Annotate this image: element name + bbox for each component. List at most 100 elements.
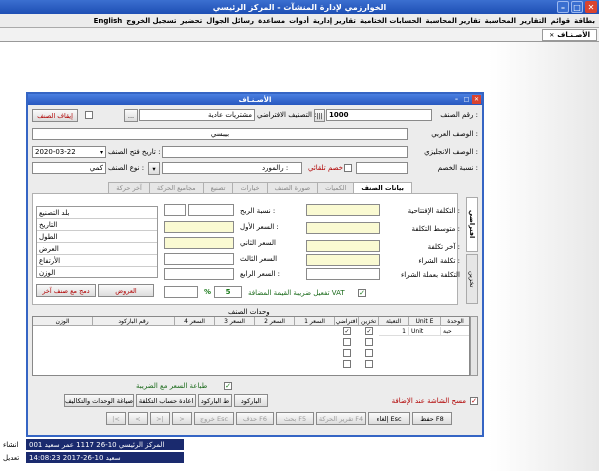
dialog-maximize-icon[interactable]: □ bbox=[462, 95, 471, 104]
default-category-browse-button[interactable]: ... bbox=[124, 109, 138, 122]
item-type-label: نوع الصنف : bbox=[108, 164, 145, 172]
search-button[interactable]: بحث F5 bbox=[276, 412, 314, 425]
minimize-icon[interactable]: – bbox=[557, 1, 569, 13]
exit-button[interactable]: خروج Esc bbox=[194, 412, 234, 425]
specs-row[interactable]: العرض bbox=[37, 243, 157, 255]
auto-discount-checkbox[interactable] bbox=[344, 164, 352, 172]
menu-item-card[interactable]: بطاقة bbox=[574, 17, 595, 25]
item-type-dropdown-button[interactable]: ▾ bbox=[148, 162, 160, 175]
units-cell-pack[interactable]: 1 bbox=[379, 327, 409, 336]
specs-row[interactable]: بلد التصنيع bbox=[37, 207, 157, 219]
menu-item-accounting-reports[interactable]: تقارير المحاسبة bbox=[426, 17, 481, 25]
units-default-checkbox[interactable] bbox=[365, 338, 373, 346]
nav-prev-button[interactable]: < bbox=[128, 412, 148, 425]
price3-input[interactable] bbox=[164, 253, 234, 265]
tab-movement-totals[interactable]: مجاميع الحركة bbox=[148, 182, 204, 193]
arabic-desc-input[interactable]: بيبسي bbox=[32, 128, 408, 140]
spec-height-label: الأرتفاع bbox=[39, 257, 61, 265]
specs-row[interactable]: الأرتفاع bbox=[37, 255, 157, 267]
dialog-close-icon[interactable]: ✕ bbox=[472, 95, 481, 104]
stop-item-button[interactable]: إيقاف الصنف bbox=[32, 109, 78, 122]
units-grid-scrollbar[interactable] bbox=[470, 316, 478, 376]
vat-checkbox[interactable]: ✓ bbox=[358, 289, 366, 297]
units-cell-unit[interactable]: حبة bbox=[441, 327, 469, 336]
cancel-button[interactable]: إلغاء Esc bbox=[368, 412, 410, 425]
close-icon[interactable]: ✕ bbox=[585, 1, 597, 13]
vat-value-input[interactable]: 5 bbox=[214, 286, 242, 298]
units-storage-checkbox[interactable] bbox=[343, 338, 351, 346]
menu-item-reports[interactable]: التقارير bbox=[520, 17, 547, 25]
discount-rate-input[interactable] bbox=[356, 162, 408, 174]
tab-options[interactable]: خيارات bbox=[232, 182, 268, 193]
units-default-checkbox[interactable] bbox=[365, 349, 373, 357]
item-type-select[interactable]: كمي bbox=[32, 162, 106, 174]
menu-item-english[interactable]: English bbox=[94, 17, 123, 25]
menu-item-prepare[interactable]: تحضير bbox=[180, 17, 202, 25]
purchase-cost-input[interactable] bbox=[306, 254, 380, 266]
menu-item-sms[interactable]: رسائل الجوال bbox=[206, 17, 254, 25]
menu-item-tools[interactable]: أدوات bbox=[289, 17, 309, 25]
print-price-tax-checkbox[interactable]: ✓ bbox=[224, 382, 232, 390]
stop-item-checkbox[interactable] bbox=[85, 111, 93, 119]
tab-item-image[interactable]: صورة الصنف bbox=[266, 182, 319, 193]
app-title: الخوارزمي لإدارة المنشآت - المركز الرئيس… bbox=[212, 2, 387, 12]
clear-screen-checkbox[interactable]: ✓ bbox=[470, 397, 478, 405]
spec-country-label: بلد التصنيع bbox=[39, 209, 70, 217]
date-dropdown-icon[interactable]: ▾ bbox=[100, 149, 103, 156]
menu-item-admin-reports[interactable]: تقارير إدارية bbox=[313, 17, 356, 25]
menu-item-accounting[interactable]: المحاسبة bbox=[485, 17, 516, 25]
tab-items[interactable]: الأصـنـاف ✕ bbox=[542, 29, 597, 41]
specs-row[interactable]: الوزن bbox=[37, 267, 157, 278]
save-button[interactable]: حفظ F8 bbox=[412, 412, 452, 425]
units-default-checkbox[interactable] bbox=[365, 360, 373, 368]
avg-cost-input[interactable] bbox=[306, 222, 380, 234]
specs-row[interactable]: الطول bbox=[37, 231, 157, 243]
delete-button-label: حذف F6 bbox=[242, 414, 268, 423]
side-tab-default[interactable]: افتراضي bbox=[466, 197, 478, 252]
opening-cost-input[interactable] bbox=[306, 204, 380, 216]
tab-close-icon[interactable]: ✕ bbox=[549, 32, 554, 39]
menu-item-lists[interactable]: قوائم bbox=[551, 17, 571, 25]
merge-item-button[interactable]: دمج مع صنف آخر bbox=[36, 284, 96, 297]
units-costs-button[interactable]: صياغة الوحدات والتكاليف bbox=[64, 394, 134, 407]
delete-button[interactable]: حذف F6 bbox=[236, 412, 274, 425]
open-date-input[interactable]: 2020-03-22 ▾ bbox=[32, 146, 106, 158]
english-desc-label: الوصف الانجليزي : bbox=[424, 148, 478, 156]
nav-next-button[interactable]: > bbox=[172, 412, 192, 425]
vat-rate-input[interactable] bbox=[164, 286, 198, 298]
menu-item-help[interactable]: مساعدة bbox=[258, 17, 285, 25]
maximize-icon[interactable]: □ bbox=[571, 1, 583, 13]
last-cost-input[interactable] bbox=[306, 240, 380, 252]
units-storage-checkbox[interactable]: ✓ bbox=[365, 327, 373, 335]
units-default-checkbox[interactable]: ✓ bbox=[343, 327, 351, 335]
recalc-cost-button[interactable]: اعادة حساب التكلفة bbox=[136, 394, 196, 407]
print-barcode-button[interactable]: ط الباركود bbox=[198, 394, 232, 407]
movement-report-button[interactable]: تقرير الحركة F4 bbox=[316, 412, 366, 425]
specs-row[interactable]: التاريخ bbox=[37, 219, 157, 231]
tab-quantities[interactable]: الكميات bbox=[317, 182, 355, 193]
purchase-currency-cost-input[interactable] bbox=[306, 268, 380, 280]
profit-rate-input-2[interactable] bbox=[188, 204, 234, 216]
tab-item-data[interactable]: بيانات الصنف bbox=[353, 182, 412, 193]
units-storage-checkbox[interactable] bbox=[343, 360, 351, 368]
vat-label: تفعيل ضريبة القيمة المضافة VAT bbox=[248, 289, 345, 297]
units-cell-unit-e[interactable]: Unit bbox=[409, 327, 441, 336]
dialog-minimize-icon[interactable]: – bbox=[452, 95, 461, 104]
price1-input[interactable] bbox=[164, 221, 234, 233]
nav-last-button[interactable]: >| bbox=[150, 412, 170, 425]
offers-button[interactable]: العروض bbox=[98, 284, 154, 297]
menu-item-logout[interactable]: تسجيل الخروج bbox=[126, 17, 176, 25]
tab-last-movement[interactable]: آخر حركة bbox=[108, 182, 150, 193]
tab-manufacturing[interactable]: تصنيع bbox=[202, 182, 234, 193]
side-tab-storage[interactable]: تخزين bbox=[466, 254, 478, 304]
english-desc-input[interactable] bbox=[162, 146, 408, 158]
menu-item-final-accounts[interactable]: الحسابات الختامية bbox=[360, 17, 422, 25]
price4-input[interactable] bbox=[164, 268, 234, 280]
units-storage-checkbox[interactable] bbox=[343, 349, 351, 357]
nav-first-button[interactable]: |< bbox=[106, 412, 126, 425]
price2-input[interactable] bbox=[164, 237, 234, 249]
profit-rate-input[interactable] bbox=[164, 204, 186, 216]
barcode-button[interactable]: الباركود bbox=[234, 394, 268, 407]
default-category-input[interactable]: مشتريات عادية bbox=[139, 109, 255, 121]
item-number-input[interactable]: 1000 bbox=[326, 109, 432, 121]
